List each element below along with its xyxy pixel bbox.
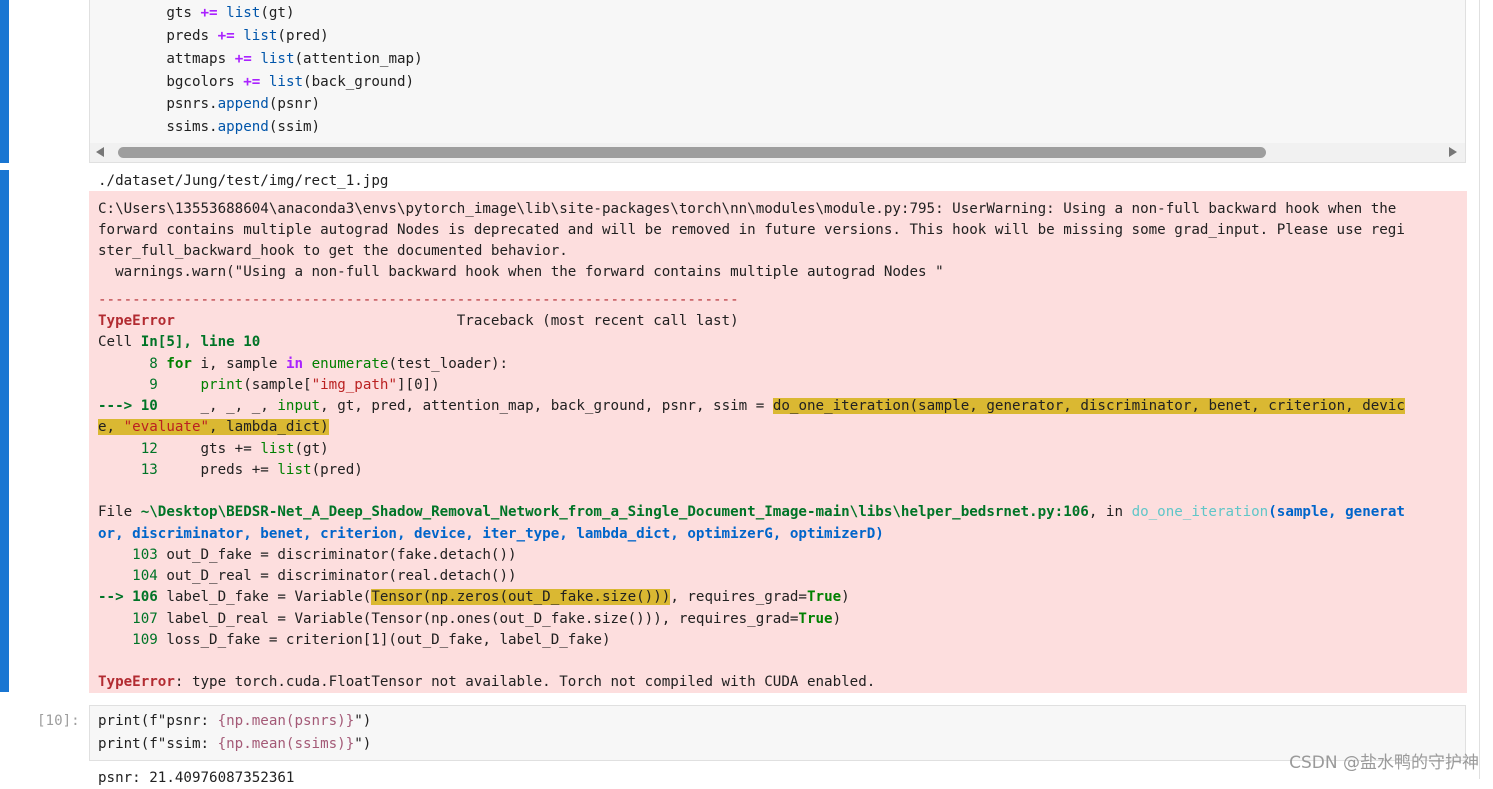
output-path-line: ./dataset/Jung/test/img/rect_1.jpg <box>98 173 389 189</box>
cell-selection-bar-top <box>0 0 9 163</box>
cell-selection-bar-output <box>0 170 9 692</box>
code-line: ssims.append(ssim) <box>166 119 321 135</box>
traceback-code-line: 107 label_D_real = Variable(Tensor(np.on… <box>98 611 842 627</box>
scrollbar-thumb[interactable] <box>118 147 1266 158</box>
pane-divider <box>1479 0 1480 779</box>
traceback-header: TypeError Traceback (most recent call la… <box>98 313 739 329</box>
code-line: print(f"psnr: {np.mean(psnrs)}") <box>98 713 372 729</box>
traceback-file-ref: File ~\Desktop\BEDSR-Net_A_Deep_Shadow_R… <box>98 504 1405 520</box>
traceback-cell-ref: Cell In[5], line 10 <box>98 334 261 350</box>
traceback-code-line: 103 out_D_fake = discriminator(fake.deta… <box>98 547 517 563</box>
code-line: preds += list(pred) <box>166 28 329 44</box>
code-line: gts += list(gt) <box>166 5 295 21</box>
traceback-code-line: 109 loss_D_fake = criterion[1](out_D_fak… <box>98 632 611 648</box>
warning-line: C:\Users\13553688604\anaconda3\envs\pyto… <box>98 201 1397 217</box>
scroll-right-icon[interactable] <box>1449 147 1457 157</box>
warning-line: warnings.warn("Using a non-full backward… <box>98 264 944 280</box>
horizontal-scrollbar[interactable] <box>90 143 1465 162</box>
error-output-block: C:\Users\13553688604\anaconda3\envs\pyto… <box>89 191 1467 693</box>
watermark: CSDN @盐水鸭的守护神 <box>1289 753 1479 773</box>
final-error-message: TypeError: type torch.cuda.FloatTensor n… <box>98 674 876 690</box>
traceback-error-line-cont: e, "evaluate", lambda_dict) <box>98 419 329 435</box>
traceback-code-line: 8 for i, sample in enumerate(test_loader… <box>98 356 509 372</box>
traceback-code-line: 13 preds += list(pred) <box>98 462 363 478</box>
traceback-code-line: 104 out_D_real = discriminator(real.deta… <box>98 568 517 584</box>
code-line: attmaps += list(attention_map) <box>166 51 423 67</box>
traceback-separator: ----------------------------------------… <box>98 292 739 308</box>
traceback-file-ref-cont: or, discriminator, benet, criterion, dev… <box>98 526 884 542</box>
scroll-left-icon[interactable] <box>96 147 104 157</box>
traceback-code-line: 12 gts += list(gt) <box>98 441 329 457</box>
traceback-code-line: 9 print(sample["img_path"][0]) <box>98 377 440 393</box>
code-line: psnrs.append(psnr) <box>166 96 321 112</box>
cell-prompt: [10]: <box>37 713 80 729</box>
warning-line: forward contains multiple autograd Nodes… <box>98 222 1405 238</box>
warning-line: ster_full_backward_hook to get the docum… <box>98 243 568 259</box>
traceback-error-line: --> 106 label_D_fake = Variable(Tensor(n… <box>98 589 850 605</box>
code-line: print(f"ssim: {np.mean(ssims)}") <box>98 736 372 752</box>
code-line: bgcolors += list(back_ground) <box>166 74 415 90</box>
traceback-error-line: ---> 10 _, _, _, input, gt, pred, attent… <box>98 398 1405 414</box>
